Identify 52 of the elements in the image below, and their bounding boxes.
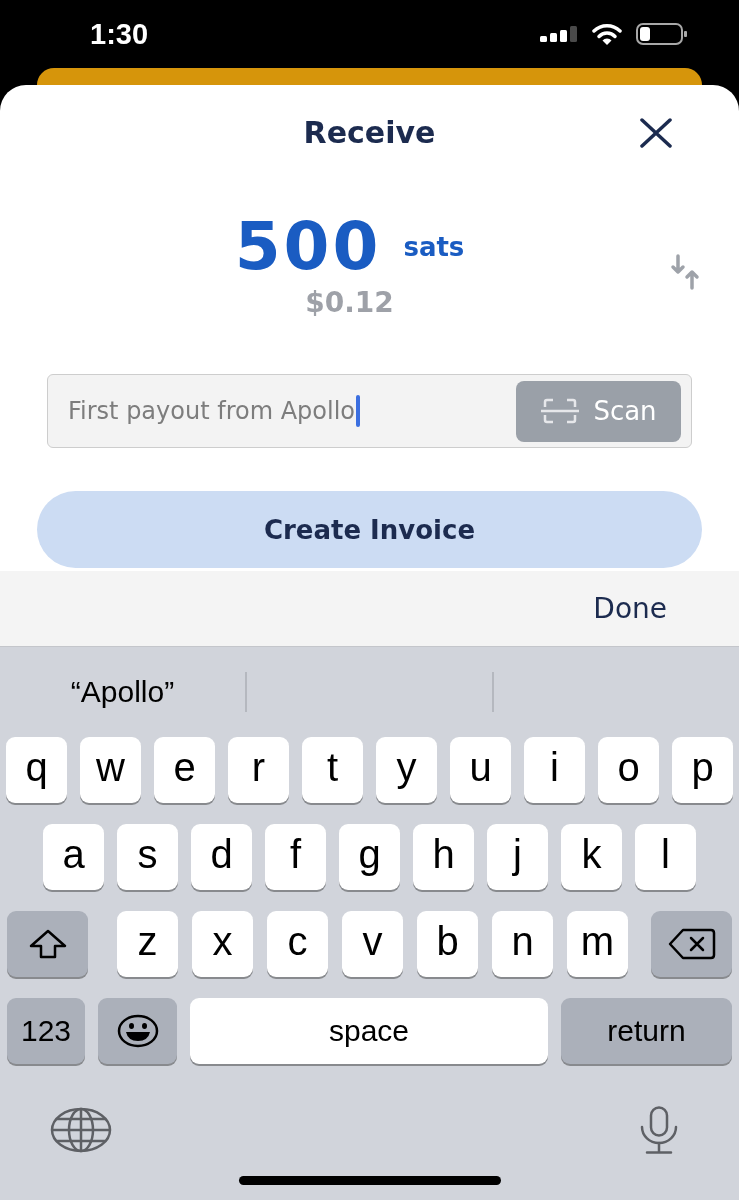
keyboard-key[interactable]: w bbox=[80, 737, 141, 803]
amount-value: 500 bbox=[234, 214, 382, 280]
return-key[interactable]: return bbox=[561, 998, 732, 1064]
keyboard-key[interactable]: h bbox=[413, 824, 474, 890]
keyboard-key[interactable]: l bbox=[635, 824, 696, 890]
keyboard-key[interactable]: f bbox=[265, 824, 326, 890]
keyboard-key[interactable]: t bbox=[302, 737, 363, 803]
shift-icon bbox=[28, 929, 67, 959]
numbers-key[interactable]: 123 bbox=[7, 998, 85, 1064]
keyboard-key[interactable]: a bbox=[43, 824, 104, 890]
status-time: 1:30 bbox=[90, 19, 149, 49]
keyboard-key[interactable]: u bbox=[450, 737, 511, 803]
scan-frame-icon bbox=[540, 398, 581, 424]
keyboard-key[interactable]: c bbox=[267, 911, 328, 977]
amount-unit: sats bbox=[403, 234, 465, 260]
keyboard-key[interactable]: i bbox=[524, 737, 585, 803]
keyboard-key[interactable]: v bbox=[342, 911, 403, 977]
keyboard-key[interactable]: m bbox=[567, 911, 628, 977]
keyboard-key[interactable]: b bbox=[417, 911, 478, 977]
field-value: First payout from Apollo bbox=[68, 399, 356, 423]
globe-icon[interactable] bbox=[50, 1107, 112, 1153]
keyboard-key[interactable]: p bbox=[672, 737, 733, 803]
keyboard-key[interactable]: j bbox=[487, 824, 548, 890]
keyboard-key[interactable]: q bbox=[6, 737, 67, 803]
shift-key[interactable] bbox=[7, 911, 88, 977]
battery-icon bbox=[636, 23, 688, 45]
create-invoice-button[interactable]: Create Invoice bbox=[37, 491, 702, 568]
close-icon[interactable] bbox=[640, 118, 672, 148]
keyboard-key[interactable]: x bbox=[192, 911, 253, 977]
keyboard-key[interactable]: z bbox=[117, 911, 178, 977]
emoji-key[interactable] bbox=[98, 998, 177, 1064]
keyboard-key[interactable]: s bbox=[117, 824, 178, 890]
keyboard-key[interactable]: o bbox=[598, 737, 659, 803]
smiley-icon bbox=[116, 1014, 159, 1048]
keyboard-key[interactable]: d bbox=[191, 824, 252, 890]
swap-arrows-icon[interactable] bbox=[670, 253, 700, 290]
sheet-title: Receive bbox=[303, 118, 436, 148]
done-button[interactable]: Done bbox=[593, 594, 667, 623]
keyboard-key[interactable]: r bbox=[228, 737, 289, 803]
backspace-icon bbox=[667, 928, 716, 960]
suggestion-item[interactable]: “Apollo” bbox=[70, 677, 175, 707]
keyboard-key[interactable]: n bbox=[492, 911, 553, 977]
keyboard-key[interactable]: k bbox=[561, 824, 622, 890]
input-field[interactable]: First payout from Apollo Scan bbox=[47, 374, 692, 448]
keyboard-key[interactable]: y bbox=[376, 737, 437, 803]
keyboard-key[interactable]: e bbox=[154, 737, 215, 803]
wifi-icon bbox=[592, 23, 622, 45]
signal-icon bbox=[540, 26, 578, 42]
keyboard-key[interactable]: g bbox=[339, 824, 400, 890]
delete-key[interactable] bbox=[651, 911, 732, 977]
space-key[interactable]: space bbox=[190, 998, 548, 1064]
fiat-amount: $0.12 bbox=[305, 289, 394, 317]
